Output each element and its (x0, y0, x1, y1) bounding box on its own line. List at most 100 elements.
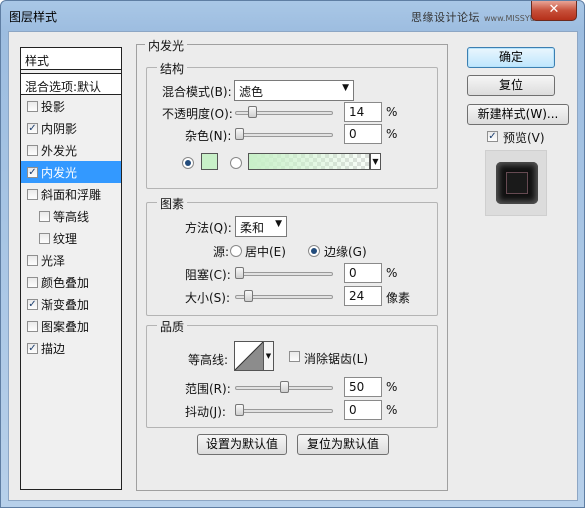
jitter-unit: % (386, 403, 398, 417)
size-input[interactable]: 24 (344, 286, 382, 306)
ok-button[interactable]: 确定 (467, 47, 555, 68)
checkmark-icon: ✓ (488, 131, 497, 142)
style-item[interactable]: 颜色叠加 (21, 271, 121, 293)
jitter-slider-thumb[interactable] (235, 404, 244, 416)
gradient-radio[interactable] (230, 157, 242, 169)
range-slider-thumb[interactable] (280, 381, 289, 393)
noise-input[interactable]: 0 (344, 124, 382, 144)
style-item-checkbox[interactable] (39, 210, 50, 222)
dialog-client: 样式 混合选项:默认 投影 ✓ 内阴影 外发光 ✓ 内发光 斜面和浮雕 等高线 纹理 光泽 颜色叠加… (8, 31, 578, 501)
blend-mode-label: 混合模式(B): (162, 85, 232, 99)
structure-title: 结构 (157, 60, 188, 77)
choke-label: 阻塞(C): (185, 268, 231, 282)
style-item-checkbox[interactable]: ✓ (27, 122, 38, 134)
style-item[interactable]: ✓ 内发光 (21, 161, 121, 183)
style-items: 投影 ✓ 内阴影 外发光 ✓ 内发光 斜面和浮雕 等高线 纹理 光泽 颜色叠加 ✓ 渐变叠加 图案叠加 ✓ 描… (21, 95, 121, 359)
quality-group: 品质 等高线: ▼ 消除锯齿(L) 范围(R): 50 % 抖动(J): 0 % (146, 318, 438, 428)
style-item[interactable]: 图案叠加 (21, 315, 121, 337)
style-item-checkbox[interactable] (27, 144, 38, 156)
source-center-label[interactable]: 居中(E) (245, 243, 286, 260)
style-item-checkbox[interactable] (27, 188, 38, 200)
noise-unit: % (386, 127, 398, 141)
style-item-label: 描边 (41, 341, 66, 356)
solid-color-radio[interactable] (182, 157, 194, 169)
style-item[interactable]: ✓ 描边 (21, 337, 121, 359)
style-item[interactable]: ✓ 内阴影 (21, 117, 121, 139)
style-item[interactable]: 外发光 (21, 139, 121, 161)
anti-alias-label[interactable]: 消除锯齿(L) (304, 350, 368, 367)
contour-preview[interactable] (234, 341, 264, 371)
panel-title: 内发光 (145, 37, 188, 54)
jitter-slider-track[interactable] (235, 409, 333, 413)
contour-linear-icon (234, 341, 264, 371)
glow-color-swatch[interactable] (201, 153, 218, 170)
range-input[interactable]: 50 (344, 377, 382, 397)
style-item-checkbox[interactable]: ✓ (27, 298, 38, 310)
style-item[interactable]: ✓ 渐变叠加 (21, 293, 121, 315)
style-item[interactable]: 光泽 (21, 249, 121, 271)
choke-slider-thumb[interactable] (235, 267, 244, 279)
chevron-down-icon: ▼ (342, 83, 349, 93)
blend-mode-select[interactable]: 滤色 ▼ (234, 80, 354, 101)
style-item-checkbox[interactable] (27, 276, 38, 288)
style-item-label: 内发光 (41, 165, 78, 180)
style-preview (485, 150, 547, 216)
elements-group: 图素 方法(Q): 柔和 ▼ 源: 居中(E) 边缘(G) 阻塞(C): 0 %… (146, 195, 438, 316)
noise-slider-thumb[interactable] (235, 128, 244, 140)
jitter-label: 抖动(J): (185, 405, 226, 419)
preview-thumbnail (496, 162, 538, 204)
set-default-button[interactable]: 设置为默认值 (197, 434, 287, 455)
style-item-label: 图案叠加 (41, 319, 90, 334)
source-center-radio[interactable] (230, 245, 242, 257)
method-select[interactable]: 柔和 ▼ (235, 216, 287, 237)
preview-thumbnail-core (506, 172, 528, 194)
close-icon: ✕ (548, 2, 560, 17)
close-button[interactable]: ✕ (531, 1, 577, 21)
chevron-down-icon: ▼ (372, 157, 379, 166)
opacity-unit: % (386, 105, 398, 119)
source-edge-label[interactable]: 边缘(G) (324, 243, 367, 260)
style-item-checkbox[interactable]: ✓ (27, 166, 38, 178)
style-item[interactable]: 等高线 (21, 205, 121, 227)
style-item-label: 颜色叠加 (41, 275, 90, 290)
style-item-checkbox[interactable]: ✓ (27, 342, 38, 354)
style-item[interactable]: 投影 (21, 95, 121, 117)
anti-alias-checkbox[interactable] (289, 351, 300, 362)
style-item[interactable]: 纹理 (21, 227, 121, 249)
size-slider-thumb[interactable] (243, 290, 253, 302)
reset-default-button[interactable]: 复位为默认值 (297, 434, 389, 455)
new-style-button[interactable]: 新建样式(W)... (467, 104, 569, 125)
gradient-swatch[interactable] (248, 153, 370, 170)
choke-slider-track[interactable] (235, 272, 333, 276)
choke-input[interactable]: 0 (344, 263, 382, 283)
contour-picker-button[interactable]: ▼ (264, 341, 274, 371)
style-item-label: 渐变叠加 (41, 297, 90, 312)
method-value: 柔和 (240, 221, 265, 235)
inner-glow-panel: 内发光 结构 混合模式(B): 滤色 ▼ 不透明度(O): 14 % 杂色(N)… (136, 37, 448, 491)
size-unit: 像素 (386, 291, 411, 305)
preview-checkbox[interactable]: ✓ (487, 131, 498, 142)
style-item-checkbox[interactable] (27, 254, 38, 266)
style-item-checkbox[interactable] (27, 320, 38, 332)
style-item-checkbox[interactable] (39, 232, 50, 244)
source-edge-radio[interactable] (308, 245, 320, 257)
style-item-checkbox[interactable] (27, 100, 38, 112)
blend-options-item[interactable]: 混合选项:默认 (21, 73, 121, 95)
opacity-input[interactable]: 14 (344, 102, 382, 122)
style-item[interactable]: 斜面和浮雕 (21, 183, 121, 205)
styles-list: 样式 混合选项:默认 投影 ✓ 内阴影 外发光 ✓ 内发光 斜面和浮雕 等高线 纹理 光泽 颜色叠加… (20, 47, 122, 490)
layer-style-dialog: 图层样式 思缘设计论坛 www.MISSYUAN.COM ✕ 样式 混合选项:默认… (0, 0, 585, 508)
elements-title: 图素 (157, 195, 188, 212)
jitter-input[interactable]: 0 (344, 400, 382, 420)
choke-unit: % (386, 266, 398, 280)
style-item-label: 纹理 (53, 231, 78, 246)
style-item-label: 外发光 (41, 143, 78, 158)
preview-label[interactable]: 预览(V) (503, 129, 545, 146)
reset-button[interactable]: 复位 (467, 75, 555, 96)
blend-mode-value: 滤色 (239, 85, 264, 99)
size-label: 大小(S): (185, 291, 231, 305)
opacity-slider-thumb[interactable] (247, 106, 257, 118)
gradient-picker-button[interactable]: ▼ (370, 153, 381, 170)
styles-header[interactable]: 样式 (21, 48, 121, 70)
noise-slider-track[interactable] (235, 133, 333, 137)
